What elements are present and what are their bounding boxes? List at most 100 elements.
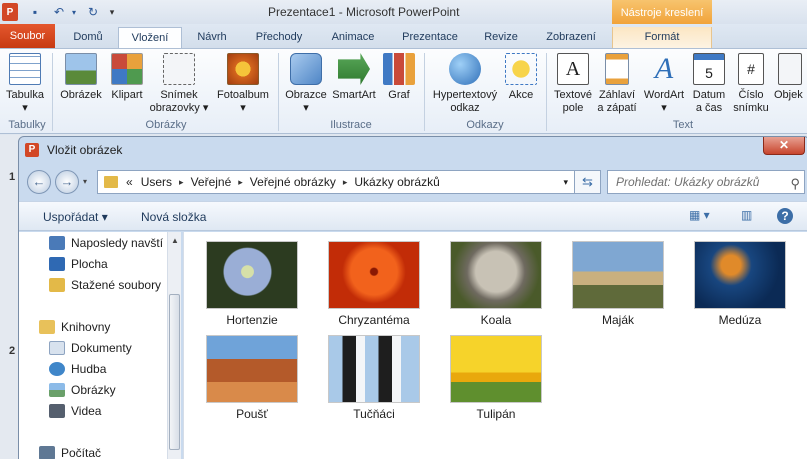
help-icon[interactable]: ?: [777, 208, 793, 224]
save-icon[interactable]: ▪: [26, 3, 44, 21]
tab-review[interactable]: Revize: [474, 27, 528, 48]
clipart-icon: [111, 53, 143, 85]
tab-home[interactable]: Domů: [62, 27, 114, 48]
libraries-icon: [39, 320, 55, 334]
organize-button[interactable]: Uspořádat ▾: [43, 210, 108, 224]
nav-item-computer[interactable]: Počítač: [39, 446, 101, 459]
undo-icon[interactable]: ↶: [50, 3, 68, 21]
file-item-majak[interactable]: Maják: [572, 241, 664, 327]
breadcrumb-users[interactable]: Users: [137, 175, 176, 189]
tab-insert[interactable]: Vložení: [118, 27, 182, 48]
group-label-links: Odkazy: [466, 119, 504, 131]
table-button[interactable]: Tabulka ▾: [2, 53, 48, 115]
tab-design[interactable]: Návrh: [186, 27, 238, 48]
text-box-button[interactable]: A Textové pole: [550, 53, 596, 115]
forward-button[interactable]: →: [55, 170, 79, 194]
group-label-illustrations: Ilustrace: [330, 119, 372, 131]
file-item-meduza[interactable]: Medúza: [694, 241, 786, 327]
hyperlink-button[interactable]: Hypertextový odkaz: [428, 53, 502, 115]
tab-view[interactable]: Zobrazení: [536, 27, 606, 48]
desktop-icon: [49, 257, 65, 271]
smartart-button[interactable]: SmartArt: [330, 53, 378, 102]
group-label-tables: Tabulky: [8, 119, 46, 131]
file-list: Hortenzie Chryzantéma Koala Maják Medúza…: [183, 232, 807, 459]
screenshot-button[interactable]: Snímek obrazovky ▾: [148, 53, 210, 115]
file-thumbnail: [206, 335, 298, 403]
nav-item-music[interactable]: Hudba: [49, 362, 106, 376]
navigation-scrollbar[interactable]: ▲: [167, 232, 181, 459]
powerpoint-dialog-icon: P: [25, 143, 39, 157]
nav-item-videos[interactable]: Videa: [49, 404, 101, 418]
folder-icon: [104, 176, 118, 188]
tab-file[interactable]: Soubor: [0, 24, 55, 48]
action-button[interactable]: Akce: [504, 53, 538, 102]
chart-icon: [383, 53, 415, 85]
back-button[interactable]: ←: [27, 170, 51, 194]
undo-dropdown-icon[interactable]: ▾: [70, 3, 78, 21]
refresh-button[interactable]: ⇆: [575, 170, 601, 194]
powerpoint-app-icon[interactable]: P: [2, 3, 18, 21]
file-item-koala[interactable]: Koala: [450, 241, 542, 327]
object-button[interactable]: Objek: [774, 53, 807, 102]
group-label-images: Obrázky: [145, 119, 187, 131]
address-prefix[interactable]: «: [122, 175, 137, 189]
scrollbar-thumb[interactable]: [169, 294, 180, 450]
file-thumbnail: [206, 241, 298, 309]
nav-item-downloads[interactable]: Stažené soubory: [49, 278, 161, 292]
title-bar: P ▪ ↶ ▾ ↻ ▾ Prezentace1 - Microsoft Powe…: [0, 0, 807, 24]
group-separator: [52, 53, 53, 131]
group-separator: [546, 53, 547, 131]
tab-transitions[interactable]: Přechody: [244, 27, 314, 48]
screenshot-icon: [163, 53, 195, 85]
clipart-button[interactable]: Klipart: [108, 53, 146, 102]
nav-item-documents[interactable]: Dokumenty: [49, 341, 132, 355]
address-dropdown-icon[interactable]: ▾: [563, 177, 568, 188]
calendar-icon: 5: [693, 53, 725, 85]
breadcrumb-public[interactable]: Veřejné: [187, 175, 236, 189]
slide-number-button[interactable]: # Číslo snímku: [730, 53, 772, 115]
group-separator: [278, 53, 279, 131]
search-input[interactable]: Prohledat: Ukázky obrázků ⚲: [607, 170, 805, 194]
preview-pane-icon[interactable]: ▥: [741, 208, 752, 224]
breadcrumb-public-pictures[interactable]: Veřejné obrázky: [246, 175, 340, 189]
shapes-button[interactable]: Obrazce ▾: [282, 53, 330, 115]
breadcrumb-arrow-icon[interactable]: ▸: [235, 177, 246, 188]
photo-album-icon: [227, 53, 259, 85]
header-footer-button[interactable]: Záhlaví a zápatí: [594, 53, 640, 115]
redo-icon[interactable]: ↻: [84, 3, 102, 21]
breadcrumb-arrow-icon[interactable]: ▸: [340, 177, 351, 188]
close-button[interactable]: ✕: [763, 137, 805, 155]
chart-button[interactable]: Graf: [382, 53, 416, 102]
file-item-hortenzie[interactable]: Hortenzie: [206, 241, 298, 327]
wordart-icon: A: [654, 52, 674, 85]
address-bar[interactable]: « Users ▸ Veřejné ▸ Veřejné obrázky ▸ Uk…: [97, 170, 575, 194]
file-item-poust[interactable]: Poušť: [206, 335, 298, 421]
scroll-up-icon[interactable]: ▲: [171, 236, 179, 245]
nav-item-libraries[interactable]: Knihovny: [39, 320, 110, 334]
view-options-icon[interactable]: ▦ ▾: [689, 208, 710, 224]
customize-toolbar-icon[interactable]: ▾: [106, 3, 118, 21]
nav-item-recent-places[interactable]: Naposledy navští: [49, 236, 163, 250]
wordart-button[interactable]: A WordArt ▾: [640, 53, 688, 115]
recent-locations-dropdown-icon[interactable]: ▾: [83, 177, 87, 186]
picture-button[interactable]: Obrázek: [58, 53, 104, 102]
file-item-chryzantema[interactable]: Chryzantéma: [328, 241, 420, 327]
new-folder-button[interactable]: Nová složka: [141, 210, 206, 224]
tab-slideshow[interactable]: Prezentace: [392, 27, 468, 48]
nav-item-pictures[interactable]: Obrázky: [49, 383, 116, 397]
slide-number-2[interactable]: 2: [9, 345, 15, 357]
object-icon: [778, 53, 802, 85]
slide-number-1[interactable]: 1: [9, 171, 15, 183]
nav-item-desktop[interactable]: Plocha: [49, 257, 108, 271]
tab-animations[interactable]: Animace: [320, 27, 386, 48]
date-time-button[interactable]: 5 Datum a čas: [688, 53, 730, 115]
file-item-tucnaci[interactable]: Tučňáci: [328, 335, 420, 421]
breadcrumb-arrow-icon[interactable]: ▸: [176, 177, 187, 188]
picture-icon: [65, 53, 97, 85]
photo-album-button[interactable]: Fotoalbum ▾: [212, 53, 274, 115]
breadcrumb-sample-pictures[interactable]: Ukázky obrázků: [350, 175, 443, 189]
navigation-pane: Naposledy navští Plocha Stažené soubory …: [19, 232, 181, 459]
tab-format[interactable]: Formát: [612, 27, 712, 48]
file-item-tulipan[interactable]: Tulipán: [450, 335, 542, 421]
text-box-icon: A: [557, 53, 589, 85]
